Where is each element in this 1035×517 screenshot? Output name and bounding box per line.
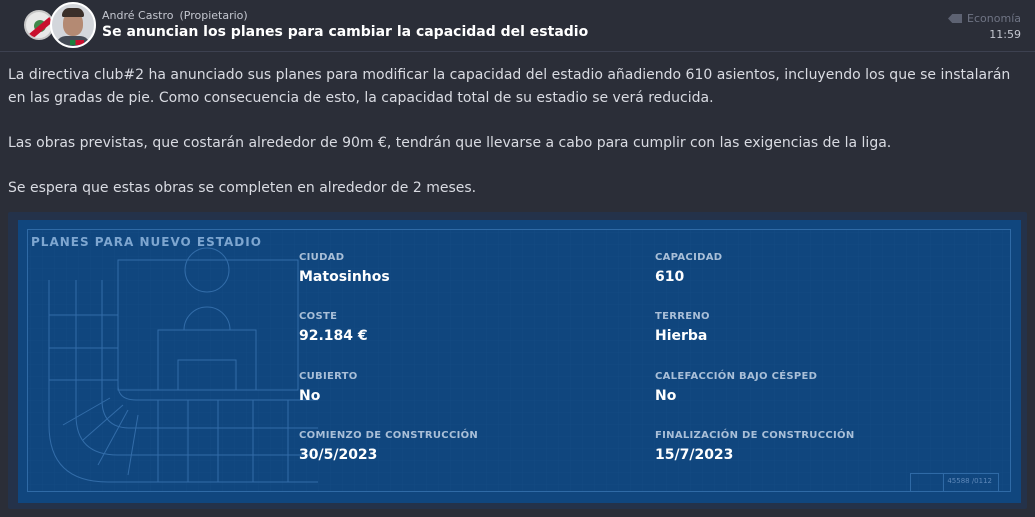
field-label: FINALIZACIÓN DE CONSTRUCCIÓN (655, 430, 855, 441)
field-value: 92.184 € (299, 328, 368, 344)
field-label: CUBIERTO (299, 371, 358, 382)
field-label: TERRENO (655, 311, 710, 322)
body-paragraph: Se espera que estas obras se completen e… (8, 180, 477, 196)
news-time: 11:59 (989, 28, 1021, 41)
field-value: No (299, 388, 321, 404)
field-label: CIUDAD (299, 252, 345, 263)
field-label: COMIENZO DE CONSTRUCCIÓN (299, 430, 479, 441)
field-label: CALEFACCIÓN BAJO CÉSPED (655, 371, 818, 382)
field-capacity: CAPACIDAD 610 (655, 252, 722, 285)
news-header: André Castro (Propietario) Se anuncian lo… (0, 0, 1035, 52)
field-value: 15/7/2023 (655, 447, 734, 463)
field-value: 30/5/2023 (299, 447, 378, 463)
tag-icon (948, 14, 963, 23)
field-value: Hierba (655, 328, 708, 344)
sender-role: (Propietario) (179, 9, 248, 22)
news-item: André Castro (Propietario) Se anuncian lo… (0, 0, 1035, 517)
field-value: 610 (655, 269, 685, 285)
blueprint-reference-code: 45588 /0112 (947, 477, 992, 485)
field-label: CAPACIDAD (655, 252, 723, 263)
field-cost: COSTE 92.184 € (299, 311, 368, 344)
field-undersoil-heating: CALEFACCIÓN BAJO CÉSPED No (655, 371, 817, 404)
sender-line: André Castro (Propietario) (102, 9, 248, 22)
body-paragraph: La directiva club#2 ha anunciado sus pla… (8, 67, 1011, 106)
plans-inner-border (27, 229, 1011, 492)
news-body: La directiva club#2 ha anunciado sus pla… (8, 64, 1023, 222)
field-covered: CUBIERTO No (299, 371, 358, 404)
category-label: Economía (967, 12, 1021, 25)
owner-avatar[interactable] (50, 2, 96, 48)
field-terrain: TERRENO Hierba (655, 311, 710, 344)
field-value: No (655, 388, 677, 404)
field-construction-start: COMIENZO DE CONSTRUCCIÓN 30/5/2023 (299, 430, 478, 463)
blueprint-reference-box: 45588 /0112 (910, 473, 999, 492)
field-label: COSTE (299, 311, 338, 322)
plans-title: PLANES PARA NUEVO ESTADIO (31, 235, 262, 249)
category-tag[interactable]: Economía (948, 12, 1021, 25)
body-paragraph: Las obras previstas, que costarán alrede… (8, 135, 892, 151)
field-city: CIUDAD Matosinhos (299, 252, 390, 285)
field-value: Matosinhos (299, 269, 390, 285)
field-construction-end: FINALIZACIÓN DE CONSTRUCCIÓN 15/7/2023 (655, 430, 855, 463)
stadium-plans-card: PLANES PARA NUEVO ESTADIO CIUDAD Matosin… (18, 220, 1021, 503)
sender-name[interactable]: André Castro (102, 9, 174, 22)
news-title: Se anuncian los planes para cambiar la c… (102, 24, 589, 40)
